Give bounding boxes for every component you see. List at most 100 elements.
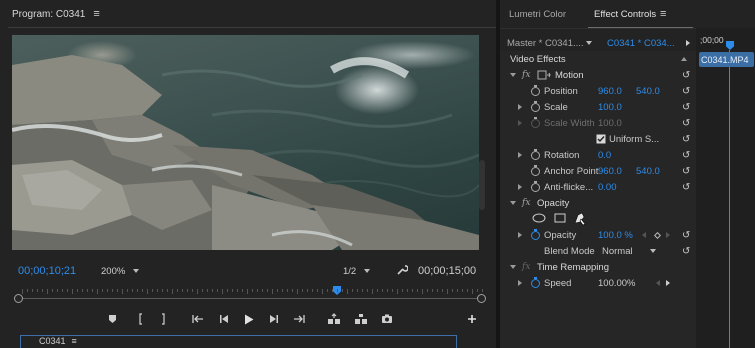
- scale-row[interactable]: Scale 100.0 ↺: [500, 99, 696, 115]
- reset-icon[interactable]: ↺: [682, 163, 690, 179]
- expand-icon[interactable]: [518, 99, 522, 115]
- sequence-tab[interactable]: C0341 ≡: [20, 335, 457, 348]
- add-keyframe-icon[interactable]: [654, 227, 661, 243]
- reset-icon[interactable]: ↺: [682, 83, 690, 99]
- transport-controls: [95, 309, 495, 329]
- step-back-icon[interactable]: [216, 309, 232, 329]
- time-remapping-row[interactable]: fx Time Remapping: [500, 259, 696, 275]
- scroll-up-icon[interactable]: [681, 51, 687, 67]
- panel-menu-icon[interactable]: ≡: [72, 336, 77, 346]
- transform-icon[interactable]: [537, 67, 551, 83]
- effect-timeline[interactable]: ;00;00 C0341.MP4: [696, 28, 755, 348]
- expand-icon[interactable]: [518, 275, 522, 291]
- position-y-value[interactable]: 540.0: [636, 83, 660, 99]
- ellipse-mask-icon[interactable]: [532, 209, 546, 227]
- ruler-tick: [87, 289, 88, 292]
- go-to-out-icon[interactable]: [291, 309, 307, 329]
- stopwatch-icon[interactable]: [531, 99, 540, 115]
- position-x-value[interactable]: 960.0: [598, 83, 622, 99]
- reset-icon[interactable]: ↺: [682, 147, 690, 163]
- tab-effect-controls[interactable]: Effect Controls: [594, 9, 656, 20]
- extract-icon[interactable]: [352, 309, 370, 329]
- rectangle-mask-icon[interactable]: [554, 209, 566, 227]
- expand-icon[interactable]: [518, 227, 522, 243]
- play-only-audio-icon[interactable]: [686, 40, 690, 46]
- next-keyframe-icon[interactable]: [666, 227, 670, 243]
- reset-icon[interactable]: ↺: [682, 67, 690, 83]
- anchor-y-value[interactable]: 540.0: [636, 163, 660, 179]
- uniform-scale-checkbox[interactable]: [596, 131, 606, 147]
- video-frame[interactable]: [12, 35, 479, 250]
- time-ruler[interactable]: [14, 286, 486, 308]
- pen-mask-icon[interactable]: [572, 209, 588, 227]
- reset-icon[interactable]: ↺: [682, 115, 690, 131]
- speed-row[interactable]: Speed 100.00%: [500, 275, 696, 291]
- stopwatch-icon[interactable]: [531, 179, 540, 195]
- reset-icon[interactable]: ↺: [682, 131, 690, 147]
- mark-in-icon[interactable]: [133, 309, 147, 329]
- position-row[interactable]: Position 960.0 540.0 ↺: [500, 83, 696, 99]
- speed-value[interactable]: 100.00%: [598, 275, 636, 291]
- chevron-down-icon[interactable]: [586, 41, 592, 45]
- ruler-tick: [102, 289, 103, 292]
- effects-list: Video Effects fx Motion ↺ Position 960.0…: [500, 51, 696, 348]
- anti-flicker-row[interactable]: Anti-flicke... 0.00 ↺: [500, 179, 696, 195]
- blend-mode-row[interactable]: Blend Mode Normal ↺: [500, 243, 696, 259]
- panel-menu-icon[interactable]: ≡: [660, 8, 666, 20]
- motion-row[interactable]: fx Motion ↺: [500, 67, 696, 83]
- fx-badge-icon[interactable]: fx: [522, 67, 530, 83]
- program-panel-title[interactable]: Program: C0341: [12, 9, 85, 20]
- out-point-handle[interactable]: [477, 294, 486, 303]
- ruler-tick: [432, 289, 433, 292]
- stopwatch-icon[interactable]: [531, 147, 540, 163]
- reset-icon[interactable]: ↺: [682, 179, 690, 195]
- resolution-dropdown[interactable]: 1/2: [343, 266, 371, 277]
- go-to-in-icon[interactable]: [190, 309, 206, 329]
- prev-keyframe-icon[interactable]: [642, 227, 646, 243]
- tab-lumetri-color[interactable]: Lumetri Color: [509, 9, 566, 20]
- ruler-tick: [27, 289, 28, 292]
- playhead-icon[interactable]: [726, 41, 734, 50]
- collapse-icon[interactable]: [510, 259, 516, 275]
- ruler-tick: [32, 289, 33, 292]
- anti-flicker-value[interactable]: 0.00: [598, 179, 617, 195]
- lift-icon[interactable]: [325, 309, 343, 329]
- expand-icon[interactable]: [518, 179, 522, 195]
- zoom-dropdown[interactable]: 200%: [101, 266, 140, 277]
- in-point-handle[interactable]: [14, 294, 23, 303]
- stopwatch-icon[interactable]: [531, 163, 540, 179]
- play-icon[interactable]: [241, 309, 257, 329]
- next-keyframe-icon[interactable]: [666, 275, 670, 291]
- opacity-row[interactable]: Opacity 100.0 % ↺: [500, 227, 696, 243]
- prev-keyframe-icon[interactable]: [656, 275, 660, 291]
- wrench-icon[interactable]: [396, 264, 409, 279]
- expand-icon[interactable]: [518, 147, 522, 163]
- stopwatch-icon[interactable]: [531, 275, 540, 291]
- stopwatch-icon[interactable]: [531, 227, 540, 243]
- step-forward-icon[interactable]: [266, 309, 282, 329]
- reset-icon[interactable]: ↺: [682, 243, 690, 259]
- mark-out-icon[interactable]: [157, 309, 171, 329]
- vertical-scrollbar[interactable]: [479, 160, 485, 210]
- stopwatch-icon[interactable]: [531, 83, 540, 99]
- clip-selector[interactable]: C0341 * C034...: [607, 38, 675, 49]
- blend-mode-dropdown[interactable]: Normal: [602, 243, 633, 259]
- add-marker-icon[interactable]: [105, 309, 119, 329]
- add-button-icon[interactable]: [464, 309, 480, 329]
- anchor-point-row[interactable]: Anchor Point 960.0 540.0 ↺: [500, 163, 696, 179]
- reset-icon[interactable]: ↺: [682, 227, 690, 243]
- opacity-value[interactable]: 100.0 %: [598, 227, 633, 243]
- rotation-value[interactable]: 0.0: [598, 147, 611, 163]
- reset-icon[interactable]: ↺: [682, 99, 690, 115]
- panel-menu-icon[interactable]: ≡: [93, 8, 99, 20]
- timeline-clip[interactable]: C0341.MP4: [699, 52, 754, 67]
- rotation-row[interactable]: Rotation 0.0 ↺: [500, 147, 696, 163]
- chevron-down-icon[interactable]: [650, 243, 656, 259]
- collapse-icon[interactable]: [510, 67, 516, 83]
- scale-value[interactable]: 100.0: [598, 99, 622, 115]
- current-timecode[interactable]: 00;00;10;21: [18, 265, 76, 277]
- anchor-x-value[interactable]: 960.0: [598, 163, 622, 179]
- master-clip-label[interactable]: Master * C0341....: [507, 38, 584, 49]
- camera-icon[interactable]: [379, 309, 395, 329]
- ruler-tick: [192, 289, 193, 292]
